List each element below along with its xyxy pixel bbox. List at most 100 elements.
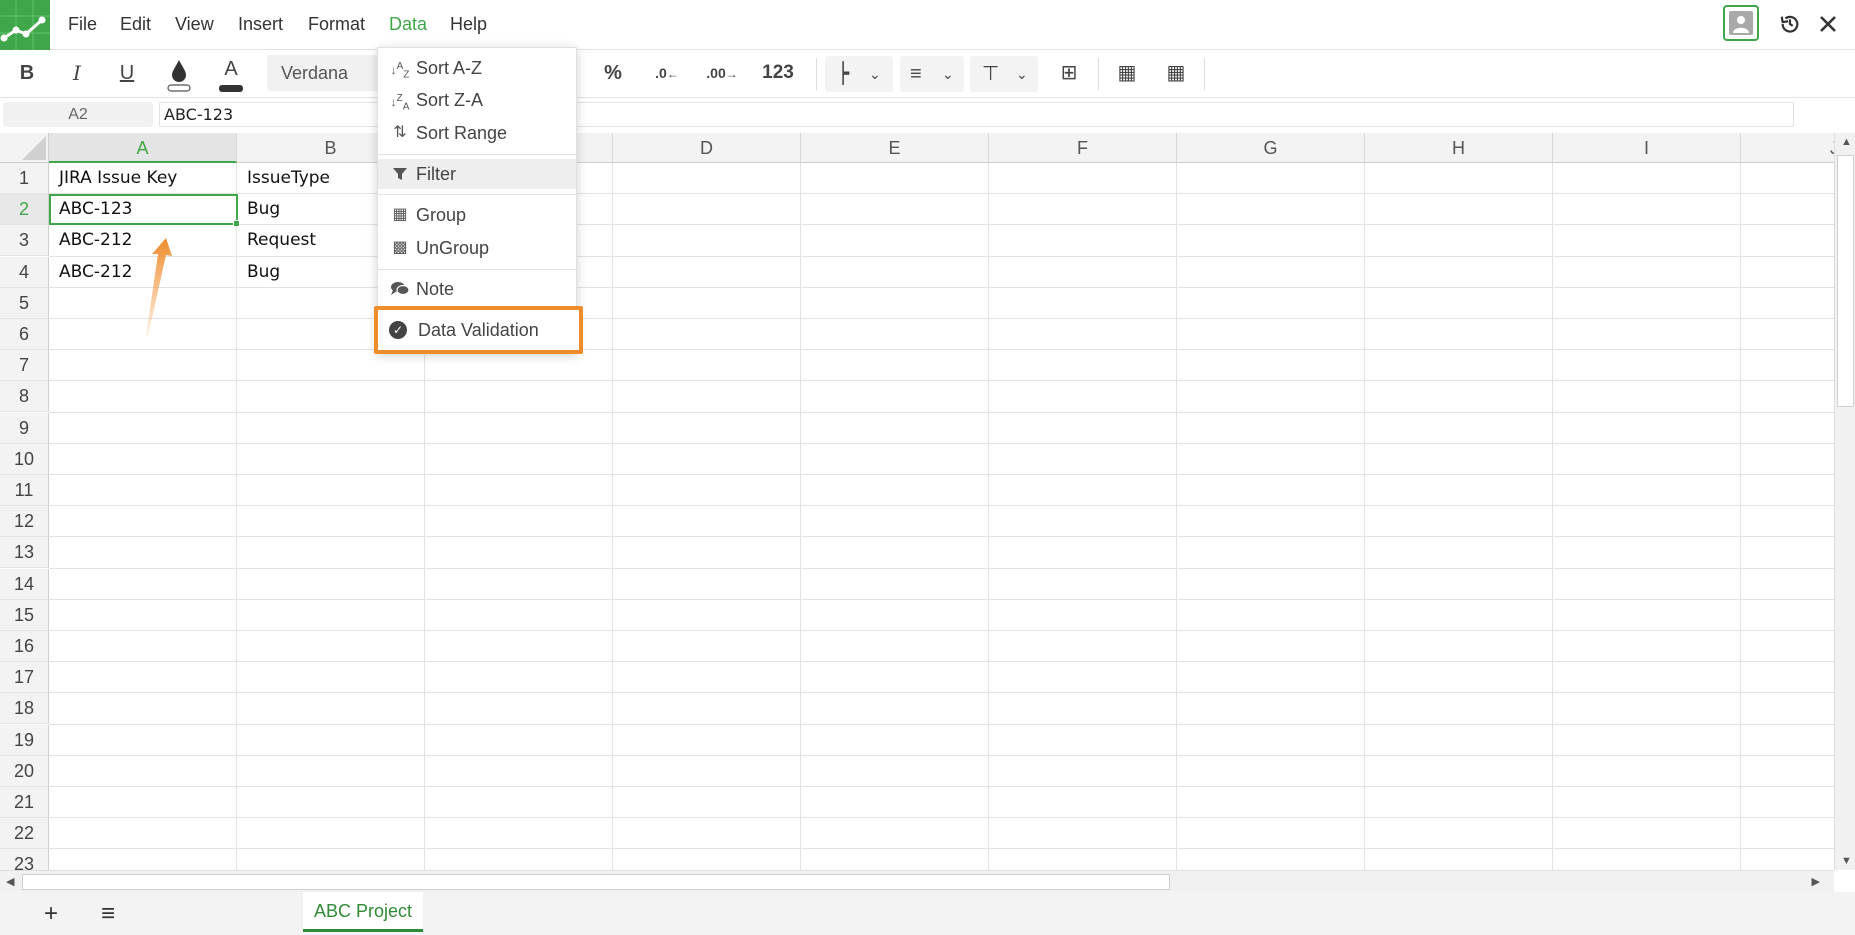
menu-view[interactable]: View bbox=[175, 0, 214, 50]
scroll-up-icon[interactable]: ▲ bbox=[1841, 136, 1852, 148]
percent-button[interactable]: % bbox=[598, 50, 628, 96]
row-header-22[interactable]: 22 bbox=[0, 818, 49, 850]
font-color-button[interactable]: A bbox=[214, 50, 248, 96]
menu-item-label: Note bbox=[416, 279, 455, 299]
close-icon[interactable] bbox=[1812, 8, 1844, 40]
row-header-13[interactable]: 13 bbox=[0, 537, 49, 569]
increase-decimal-button[interactable]: .00→ bbox=[702, 50, 742, 96]
history-icon[interactable] bbox=[1774, 8, 1806, 40]
row-header-11[interactable]: 11 bbox=[0, 475, 49, 506]
vertical-scrollbar[interactable]: ▲ ▼ bbox=[1834, 133, 1855, 870]
add-sheet-icon[interactable]: + bbox=[44, 892, 58, 935]
row-gridline bbox=[49, 817, 1834, 819]
scroll-down-icon[interactable]: ▼ bbox=[1841, 855, 1852, 867]
valign-dropdown[interactable]: ⊤ ⌄ bbox=[970, 56, 1038, 92]
insert-column-icon[interactable]: ▦ bbox=[1161, 50, 1191, 96]
row-header-12[interactable]: 12 bbox=[0, 506, 49, 538]
underline-button[interactable]: U bbox=[112, 50, 142, 96]
row-header-3[interactable]: 3 bbox=[0, 225, 49, 257]
menu-item-data-validation[interactable]: ✓ Data Validation bbox=[378, 315, 579, 345]
column-header-j[interactable]: J bbox=[1741, 133, 1834, 163]
menu-insert[interactable]: Insert bbox=[238, 0, 283, 50]
menu-edit[interactable]: Edit bbox=[120, 0, 151, 50]
border-dropdown[interactable]: ┝ ⌄ bbox=[825, 56, 893, 92]
number-format-button[interactable]: 123 bbox=[756, 50, 800, 96]
merge-cells-icon[interactable]: ⊞ bbox=[1054, 50, 1084, 96]
menu-item-label: Sort Range bbox=[416, 123, 508, 143]
row-header-4[interactable]: 4 bbox=[0, 256, 49, 288]
row-header-5[interactable]: 5 bbox=[0, 287, 49, 319]
user-avatar[interactable] bbox=[1723, 5, 1759, 41]
spreadsheet-grid[interactable]: ABCDEFGHIJ123456789101112131415161718192… bbox=[0, 133, 1834, 870]
column-gridline bbox=[1364, 163, 1365, 870]
menu-item-label: Sort Z-A bbox=[416, 90, 484, 110]
select-all-corner[interactable] bbox=[0, 133, 49, 163]
row-header-10[interactable]: 10 bbox=[0, 443, 49, 475]
menu-item-group[interactable]: ▦ Group bbox=[378, 200, 576, 230]
column-header-d[interactable]: D bbox=[613, 133, 801, 163]
menu-format[interactable]: Format bbox=[308, 0, 365, 50]
formula-bar: A2 ABC-123 bbox=[0, 98, 1855, 132]
row-header-15[interactable]: 15 bbox=[0, 599, 49, 631]
row-header-18[interactable]: 18 bbox=[0, 693, 49, 725]
row-header-2[interactable]: 2 bbox=[0, 194, 49, 226]
decrease-decimal-button[interactable]: .0← bbox=[650, 50, 684, 96]
sheet-tab-abc-project[interactable]: ABC Project bbox=[303, 892, 423, 932]
menu-file[interactable]: File bbox=[68, 0, 97, 50]
font-family-select[interactable]: Verdana bbox=[267, 55, 387, 91]
menu-item-label: UnGroup bbox=[416, 238, 490, 258]
menu-item-ungroup[interactable]: ▩ UnGroup bbox=[378, 233, 576, 263]
app-logo[interactable] bbox=[0, 0, 50, 50]
selected-cell-outline bbox=[49, 194, 240, 228]
toolbar-divider bbox=[816, 58, 817, 90]
sheet-list-icon[interactable]: ≡ bbox=[101, 892, 115, 935]
cell-reference-box[interactable]: A2 bbox=[3, 102, 153, 127]
column-header-e[interactable]: E bbox=[801, 133, 989, 163]
row-header-19[interactable]: 19 bbox=[0, 724, 49, 756]
align-dropdown[interactable]: ≡ ⌄ bbox=[900, 56, 964, 92]
decrease-decimal-label: .0 bbox=[655, 65, 667, 81]
column-header-g[interactable]: G bbox=[1177, 133, 1365, 163]
increase-decimal-label: .00 bbox=[706, 65, 726, 81]
row-header-6[interactable]: 6 bbox=[0, 319, 49, 350]
filter-icon bbox=[390, 159, 410, 193]
row-header-20[interactable]: 20 bbox=[0, 755, 49, 787]
menu-item-filter[interactable]: Filter bbox=[378, 159, 576, 189]
menu-divider bbox=[378, 194, 576, 195]
fill-color-icon[interactable] bbox=[162, 50, 196, 96]
menu-item-sort-range[interactable]: ⇅ Sort Range bbox=[378, 118, 576, 148]
row-header-8[interactable]: 8 bbox=[0, 381, 49, 413]
italic-button[interactable]: I bbox=[62, 50, 92, 96]
row-header-23[interactable]: 23 bbox=[0, 849, 49, 870]
row-header-17[interactable]: 17 bbox=[0, 662, 49, 694]
group-icon: ▦ bbox=[392, 206, 408, 223]
menu-help[interactable]: Help bbox=[450, 0, 487, 50]
cell-a1[interactable]: JIRA Issue Key bbox=[49, 163, 237, 194]
row-header-21[interactable]: 21 bbox=[0, 787, 49, 818]
menu-item-note[interactable]: Note bbox=[378, 274, 576, 304]
menu-item-sort-az[interactable]: ↓AZ Sort A-Z bbox=[378, 53, 576, 83]
bold-button[interactable]: B bbox=[12, 50, 42, 96]
menu-item-sort-za[interactable]: ↓ZA Sort Z-A bbox=[378, 85, 576, 115]
horizontal-scroll-thumb[interactable] bbox=[22, 874, 1170, 890]
row-gridline bbox=[49, 442, 1834, 444]
vertical-scroll-thumb[interactable] bbox=[1837, 155, 1854, 407]
column-header-h[interactable]: H bbox=[1365, 133, 1553, 163]
border-icon: ┝ bbox=[837, 63, 850, 85]
scroll-left-icon[interactable]: ◀ bbox=[6, 875, 14, 888]
row-header-9[interactable]: 9 bbox=[0, 412, 49, 444]
menu-item-label: Sort A-Z bbox=[416, 58, 483, 78]
insert-row-icon[interactable]: ▦ bbox=[1112, 50, 1142, 96]
column-header-f[interactable]: F bbox=[989, 133, 1177, 163]
chevron-down-icon: ⌄ bbox=[942, 66, 954, 82]
column-header-i[interactable]: I bbox=[1553, 133, 1741, 163]
column-header-a[interactable]: A bbox=[49, 133, 237, 163]
row-header-14[interactable]: 14 bbox=[0, 568, 49, 600]
row-header-1[interactable]: 1 bbox=[0, 163, 49, 194]
row-gridline bbox=[49, 630, 1834, 631]
row-header-16[interactable]: 16 bbox=[0, 631, 49, 662]
row-header-7[interactable]: 7 bbox=[0, 350, 49, 382]
scroll-right-icon[interactable]: ▶ bbox=[1812, 875, 1820, 888]
horizontal-scrollbar[interactable]: ◀ ▶ bbox=[0, 870, 1834, 892]
menu-data[interactable]: Data bbox=[389, 0, 427, 50]
